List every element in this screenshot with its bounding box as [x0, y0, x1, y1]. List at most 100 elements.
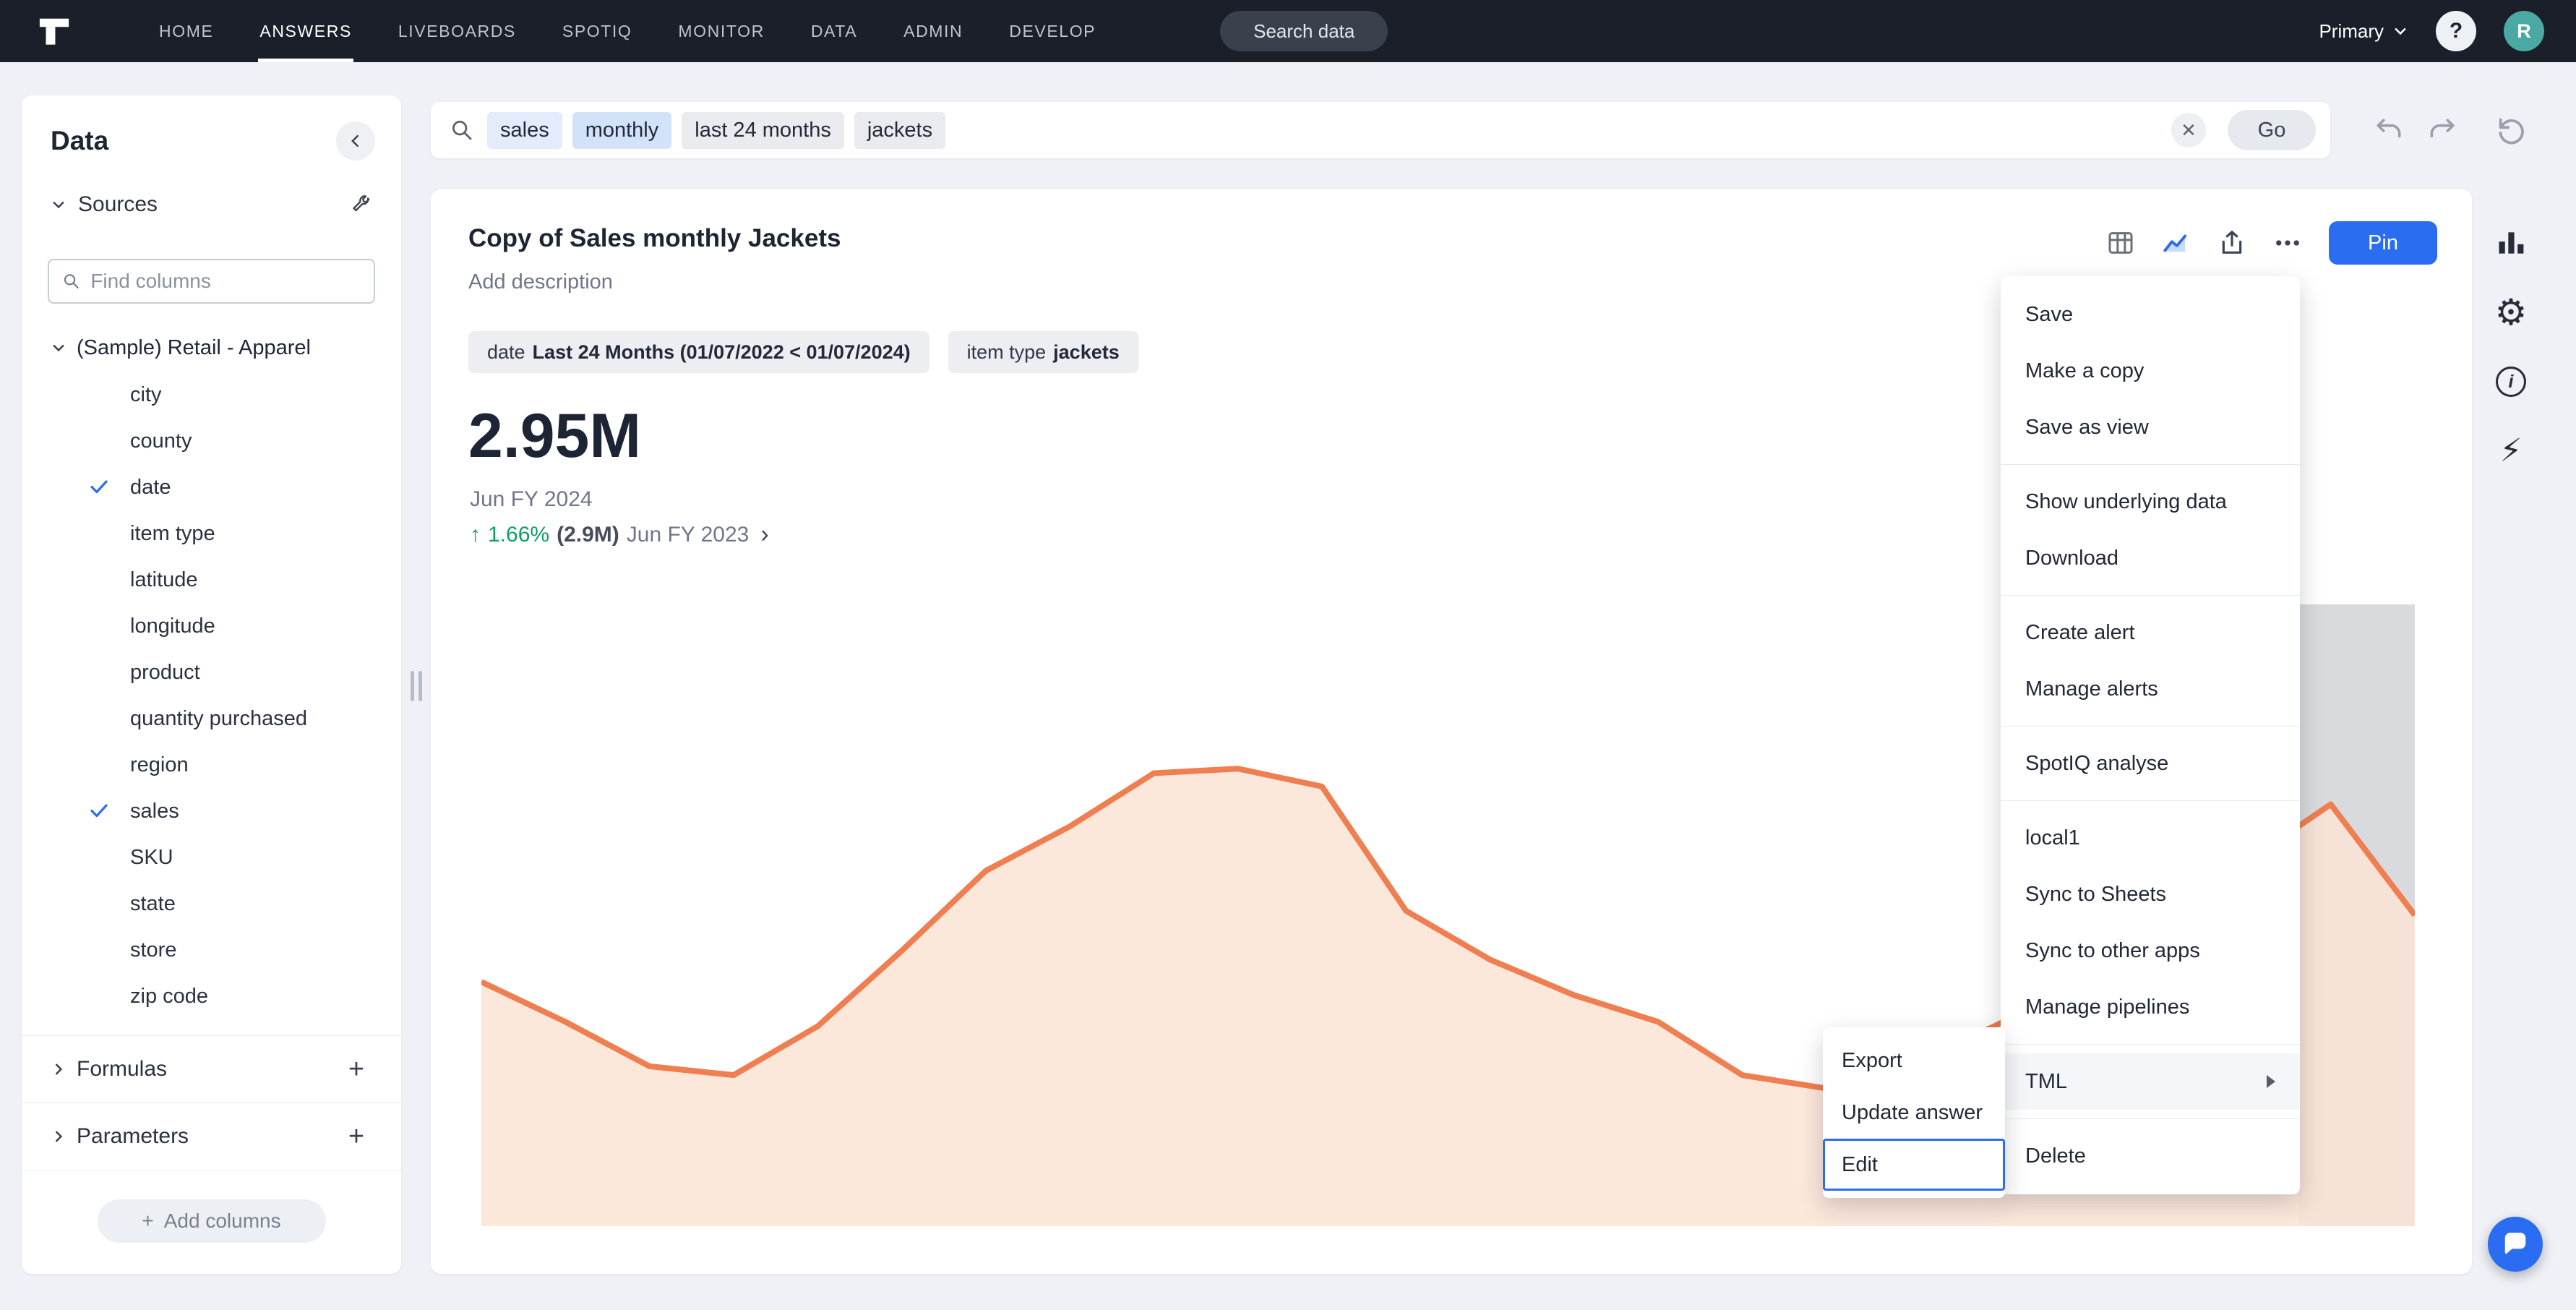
menu-item-create-alert[interactable]: Create alert — [2001, 604, 2300, 661]
wrench-icon[interactable] — [351, 194, 372, 215]
org-switcher[interactable]: Primary — [2319, 20, 2408, 43]
column-item-state[interactable]: state — [22, 881, 401, 927]
nav-item-develop[interactable]: DEVELOP — [986, 0, 1119, 62]
avatar-initial: R — [2517, 20, 2531, 43]
query-token-last-24-months[interactable]: last 24 months — [682, 112, 844, 149]
column-name: state — [130, 892, 176, 916]
query-token-jackets[interactable]: jackets — [854, 112, 945, 149]
chevron-down-icon — [2392, 23, 2408, 39]
nav-item-monitor[interactable]: MONITOR — [655, 0, 787, 62]
column-item-product[interactable]: product — [22, 649, 401, 695]
answer-actions: Pin — [2106, 221, 2437, 265]
column-item-store[interactable]: store — [22, 927, 401, 973]
spotiq-lightning-icon[interactable]: ⚡ — [2494, 434, 2528, 468]
menu-item-label: Show underlying data — [2025, 490, 2227, 514]
chart-view-icon[interactable] — [2161, 228, 2191, 258]
add-columns-button[interactable]: + Add columns — [98, 1199, 326, 1243]
menu-item-download[interactable]: Download — [2001, 530, 2300, 586]
menu-item-make-a-copy[interactable]: Make a copy — [2001, 343, 2300, 399]
source-table-row[interactable]: (Sample) Retail - Apparel — [22, 335, 401, 360]
find-columns-input[interactable] — [90, 270, 361, 293]
column-item-zip-code[interactable]: zip code — [22, 973, 401, 1019]
clear-query-button[interactable]: ✕ — [2171, 113, 2206, 147]
pin-button[interactable]: Pin — [2329, 221, 2437, 265]
column-item-quantity-purchased[interactable]: quantity purchased — [22, 695, 401, 742]
go-button[interactable]: Go — [2228, 110, 2316, 150]
nav-item-spotiq[interactable]: SPOTIQ — [539, 0, 656, 62]
column-name: sales — [130, 800, 179, 823]
column-item-county[interactable]: county — [22, 418, 401, 464]
chevron-right-icon[interactable]: › — [760, 521, 768, 549]
redo-icon[interactable] — [2426, 115, 2458, 147]
menu-item-sync-to-other-apps[interactable]: Sync to other apps — [2001, 922, 2300, 979]
nav-item-data[interactable]: DATA — [788, 0, 880, 62]
nav-item-home[interactable]: HOME — [136, 0, 236, 62]
menu-item-delete[interactable]: Delete — [2001, 1128, 2300, 1184]
filter-chip-item-type[interactable]: item typejackets — [948, 331, 1138, 373]
find-columns-field[interactable] — [48, 259, 375, 304]
column-name: quantity purchased — [130, 707, 307, 731]
formulas-section[interactable]: Formulas + — [22, 1036, 401, 1103]
column-item-item-type[interactable]: item type — [22, 510, 401, 557]
check-icon — [88, 800, 110, 821]
menu-item-show-underlying-data[interactable]: Show underlying data — [2001, 474, 2300, 530]
chat-bubble-icon — [2502, 1230, 2529, 1258]
submenu-item-export[interactable]: Export — [1823, 1035, 2005, 1087]
column-item-date[interactable]: date — [22, 464, 401, 510]
collapse-panel-button[interactable] — [336, 121, 375, 160]
chart-config-icon[interactable] — [2494, 226, 2528, 260]
menu-item-save-as-view[interactable]: Save as view — [2001, 399, 2300, 455]
trend-up-icon: ↑ — [470, 523, 481, 547]
share-icon[interactable] — [2217, 228, 2246, 257]
info-icon[interactable]: i — [2494, 364, 2528, 399]
nav-item-admin[interactable]: ADMIN — [880, 0, 986, 62]
menu-item-manage-pipelines[interactable]: Manage pipelines — [2001, 979, 2300, 1035]
panel-resize-handle[interactable] — [411, 671, 422, 701]
menu-item-save[interactable]: Save — [2001, 286, 2300, 343]
add-parameter-button[interactable]: + — [340, 1121, 372, 1152]
history-icon[interactable] — [2494, 114, 2528, 147]
settings-icon[interactable]: ⚙ — [2494, 295, 2528, 330]
search-icon — [450, 118, 474, 142]
submenu-item-update-answer[interactable]: Update answer — [1823, 1087, 2005, 1139]
column-item-sku[interactable]: SKU — [22, 834, 401, 881]
menu-item-label: Sync to other apps — [2025, 939, 2200, 963]
query-token-monthly[interactable]: monthly — [572, 112, 672, 149]
menu-item-label: Delete — [2025, 1144, 2086, 1168]
menu-divider — [2001, 464, 2300, 465]
menu-item-manage-alerts[interactable]: Manage alerts — [2001, 661, 2300, 717]
menu-item-spotiq-analyse[interactable]: SpotIQ analyse — [2001, 735, 2300, 792]
menu-item-tml[interactable]: TML — [2001, 1053, 2300, 1110]
help-button[interactable]: ? — [2436, 11, 2476, 51]
thoughtspot-logo[interactable] — [38, 14, 71, 48]
menu-item-local1[interactable]: local1 — [2001, 810, 2300, 866]
query-bar[interactable]: sales monthly last 24 months jackets ✕ Go — [431, 102, 2330, 158]
nav-item-answers[interactable]: ANSWERS — [236, 0, 375, 62]
column-item-latitude[interactable]: latitude — [22, 557, 401, 603]
user-avatar[interactable]: R — [2504, 11, 2544, 51]
filter-chip-date[interactable]: dateLast 24 Months (01/07/2022 < 01/07/2… — [468, 331, 929, 373]
column-item-city[interactable]: city — [22, 372, 401, 418]
menu-item-sync-to-sheets[interactable]: Sync to Sheets — [2001, 866, 2300, 922]
sources-section-header[interactable]: Sources — [22, 192, 401, 217]
data-panel: Data Sources (Sample) Retail - Apparel c… — [22, 95, 401, 1274]
parameters-section[interactable]: Parameters + — [22, 1103, 401, 1170]
menu-item-label: TML — [2025, 1070, 2067, 1094]
add-formula-button[interactable]: + — [340, 1053, 372, 1085]
table-view-icon[interactable] — [2106, 228, 2135, 257]
column-item-region[interactable]: region — [22, 742, 401, 788]
add-description[interactable]: Add description — [468, 270, 613, 294]
chat-support-button[interactable] — [2488, 1217, 2543, 1272]
menu-item-label: Create alert — [2025, 621, 2135, 645]
org-label: Primary — [2319, 20, 2384, 43]
query-token-sales[interactable]: sales — [487, 112, 562, 149]
plus-icon: + — [142, 1210, 153, 1233]
search-data-button[interactable]: Search data — [1220, 11, 1388, 51]
column-item-longitude[interactable]: longitude — [22, 603, 401, 649]
column-item-sales[interactable]: sales — [22, 788, 401, 834]
answer-title: Copy of Sales monthly Jackets — [468, 224, 841, 253]
more-options-icon[interactable] — [2272, 228, 2303, 258]
submenu-item-edit[interactable]: Edit — [1823, 1139, 2005, 1191]
nav-item-liveboards[interactable]: LIVEBOARDS — [375, 0, 539, 62]
undo-icon[interactable] — [2373, 115, 2405, 147]
